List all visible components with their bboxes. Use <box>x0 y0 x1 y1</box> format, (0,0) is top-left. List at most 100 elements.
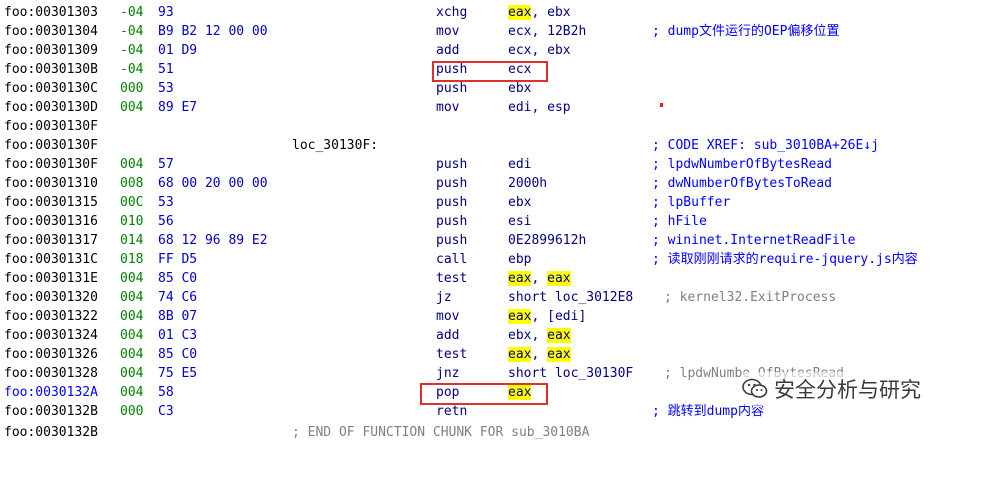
line-address[interactable]: foo:00301324 <box>4 326 98 345</box>
instruction-operands[interactable]: ebp <box>508 250 531 269</box>
operand-text: ebx <box>508 195 532 210</box>
inline-comment: ; kernel32.ExitProcess <box>664 290 837 305</box>
instruction-operands[interactable]: edi <box>508 155 531 174</box>
listing-line[interactable]: foo:0030130F 004 57 push edi ; lpdwNumberOfBy… <box>0 155 999 174</box>
opcode-bytes: 58 <box>158 385 174 400</box>
instruction-operands[interactable]: ecx, 12B2h <box>508 22 586 41</box>
instruction-operands[interactable]: short loc_30130F <box>508 364 633 383</box>
line-address[interactable]: foo:00301310 <box>4 174 98 193</box>
listing-line[interactable]: foo:0030131C 018 FF D5 call ebp ; 读取刚刚请求的requ… <box>0 250 999 269</box>
opcode-bytes: 85 C0 <box>158 271 198 286</box>
operand-text: ebp <box>508 252 532 267</box>
stack-pointer-delta: 008 <box>120 176 144 191</box>
instruction-operands[interactable]: eax, eax <box>508 345 571 364</box>
function-chunk-end-comment: ; END OF FUNCTION CHUNK FOR sub_3010BA <box>292 425 590 440</box>
line-address[interactable]: foo:00301320 <box>4 288 98 307</box>
listing-line[interactable]: foo:0030131E 004 85 C0 test eax, eax <box>0 269 999 288</box>
instruction-operands[interactable]: esi <box>508 212 531 231</box>
listing-line[interactable]: foo:00301322 004 8B 07 mov eax, [edi] <box>0 307 999 326</box>
line-address[interactable]: foo:0030132A <box>4 383 98 402</box>
line-comment: ; CODE XREF: sub_3010BA+26E↓j <box>652 138 879 153</box>
listing-line[interactable]: foo:00301310 008 68 00 20 00 00 push 2000h ; … <box>0 174 999 193</box>
instruction-mnemonic[interactable]: mov <box>436 307 459 326</box>
opcode-bytes: 01 D9 <box>158 43 198 58</box>
instruction-mnemonic[interactable]: test <box>436 269 467 288</box>
line-address[interactable]: foo:0030132B <box>4 423 98 442</box>
listing-line[interactable]: foo:00301309 -04 01 D9 add ecx, ebx <box>0 41 999 60</box>
listing-line[interactable]: foo:00301320 004 74 C6 jz short loc_3012E8 ; … <box>0 288 999 307</box>
line-address[interactable]: foo:0030130C <box>4 79 98 98</box>
listing-line[interactable]: foo:0030130F loc_30130F: ; CODE XREF: sub_… <box>0 136 999 155</box>
instruction-operands[interactable]: eax, ebx <box>508 3 571 22</box>
line-address[interactable]: foo:0030130F <box>4 117 98 136</box>
line-address[interactable]: foo:0030130F <box>4 155 98 174</box>
instruction-mnemonic[interactable]: mov <box>436 22 459 41</box>
wechat-logo-icon <box>742 378 768 398</box>
listing-line[interactable]: foo:00301316 010 56 push esi ; hFile <box>0 212 999 231</box>
line-address[interactable]: foo:0030130F <box>4 136 98 155</box>
instruction-mnemonic[interactable]: push <box>436 193 467 212</box>
red-marker-dot <box>660 103 663 107</box>
instruction-mnemonic[interactable]: push <box>436 174 467 193</box>
line-address[interactable]: foo:00301316 <box>4 212 98 231</box>
instruction-mnemonic[interactable]: push <box>436 212 467 231</box>
stack-pointer-delta: -04 <box>120 5 144 20</box>
watermark-text: 安全分析与研究 <box>774 378 921 402</box>
line-address[interactable]: foo:0030131E <box>4 269 98 288</box>
highlighted-register: eax <box>547 328 571 343</box>
instruction-operands[interactable]: ebx <box>508 193 531 212</box>
listing-line[interactable]: foo:00301303 -04 93 xchg eax, ebx <box>0 3 999 22</box>
line-address[interactable]: foo:00301304 <box>4 22 98 41</box>
line-address[interactable]: foo:00301315 <box>4 193 98 212</box>
instruction-operands[interactable]: eax, eax <box>508 269 571 288</box>
instruction-operands[interactable]: short loc_3012E8 <box>508 288 633 307</box>
operand-text: , [edi] <box>531 309 587 324</box>
instruction-operands[interactable]: 0E2899612h <box>508 231 586 250</box>
line-address[interactable]: foo:0030132B <box>4 402 98 421</box>
opcode-bytes: 53 <box>158 81 174 96</box>
instruction-mnemonic[interactable]: add <box>436 326 459 345</box>
line-address[interactable]: foo:00301326 <box>4 345 98 364</box>
line-comment: ; dump文件运行的OEP偏移位置 <box>652 24 840 39</box>
opcode-bytes: B9 B2 12 00 00 <box>158 24 268 39</box>
operand-text: ebx, <box>508 328 548 343</box>
instruction-operands[interactable]: edi, esp <box>508 98 571 117</box>
line-address[interactable]: foo:00301303 <box>4 3 98 22</box>
line-address[interactable]: foo:00301317 <box>4 231 98 250</box>
opcode-bytes: 68 12 96 89 E2 <box>158 233 268 248</box>
instruction-mnemonic[interactable]: test <box>436 345 467 364</box>
instruction-mnemonic[interactable]: mov <box>436 98 459 117</box>
stack-pointer-delta: 004 <box>120 328 144 343</box>
instruction-mnemonic[interactable]: xchg <box>436 3 467 22</box>
instruction-operands[interactable]: ecx, ebx <box>508 41 571 60</box>
line-address[interactable]: foo:00301322 <box>4 307 98 326</box>
instruction-mnemonic[interactable]: add <box>436 41 459 60</box>
instruction-mnemonic[interactable]: call <box>436 250 467 269</box>
highlighted-register: eax <box>508 309 532 324</box>
code-label[interactable]: loc_30130F: <box>292 136 378 155</box>
instruction-operands[interactable]: eax, [edi] <box>508 307 586 326</box>
line-address[interactable]: foo:0030130B <box>4 60 98 79</box>
instruction-operands[interactable]: 2000h <box>508 174 547 193</box>
listing-line[interactable]: foo:00301324 004 01 C3 add ebx, eax <box>0 326 999 345</box>
listing-line[interactable]: foo:00301315 00C 53 push ebx ; lpBuffer <box>0 193 999 212</box>
listing-line-partial: foo:0030132B ; END OF FUNCTION CHUNK FOR… <box>0 423 999 442</box>
listing-line[interactable]: foo:00301304 -04 B9 B2 12 00 00 mov ecx, 12B… <box>0 22 999 41</box>
listing-line[interactable]: foo:0030130F <box>0 117 999 136</box>
operand-text: , ebx <box>531 5 571 20</box>
instruction-mnemonic[interactable]: jnz <box>436 364 459 383</box>
listing-line[interactable]: foo:00301326 004 85 C0 test eax, eax <box>0 345 999 364</box>
instruction-mnemonic[interactable]: push <box>436 231 467 250</box>
line-comment: ; lpdwNumberOfBytesRead <box>652 157 833 172</box>
listing-line[interactable]: foo:00301317 014 68 12 96 89 E2 push 0E28996… <box>0 231 999 250</box>
line-comment: ; hFile <box>652 214 707 229</box>
instruction-operands[interactable]: ebx, eax <box>508 326 571 345</box>
operand-text: , <box>531 347 548 362</box>
instruction-mnemonic[interactable]: jz <box>436 288 452 307</box>
line-address[interactable]: foo:00301328 <box>4 364 98 383</box>
line-address[interactable]: foo:0030131C <box>4 250 98 269</box>
line-address[interactable]: foo:00301309 <box>4 41 98 60</box>
line-address[interactable]: foo:0030130D <box>4 98 98 117</box>
instruction-mnemonic[interactable]: push <box>436 155 467 174</box>
listing-line[interactable]: foo:0030130D 004 89 E7 mov edi, esp <box>0 98 999 117</box>
